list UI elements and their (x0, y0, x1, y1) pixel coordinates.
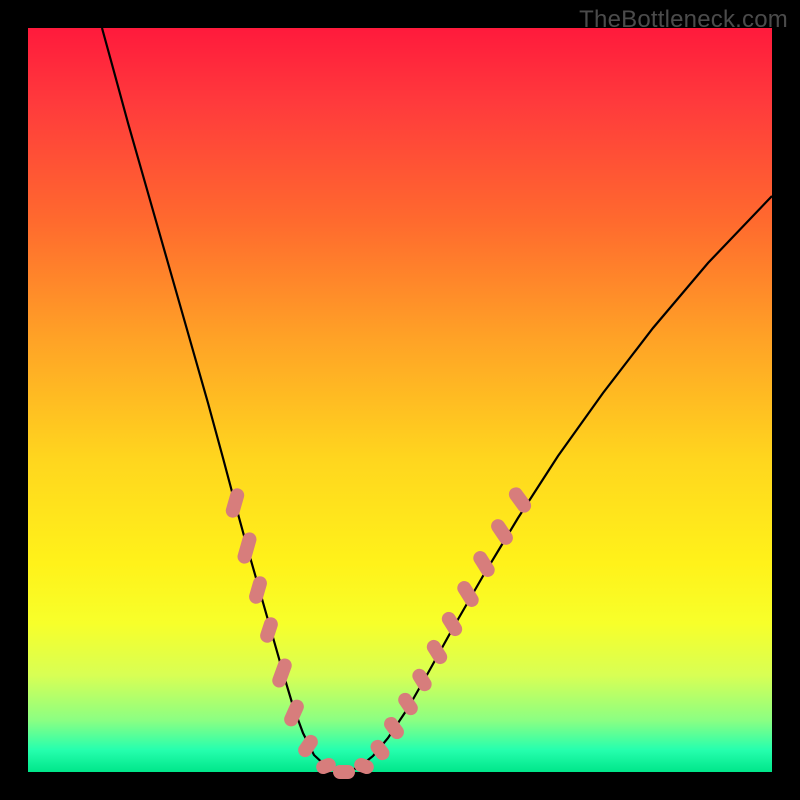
curve-marker (224, 487, 246, 520)
curve-marker (282, 697, 306, 728)
curve-marker (352, 756, 376, 776)
curve-marker (270, 657, 293, 690)
chart-plot-area (28, 28, 772, 772)
curve-marker (381, 714, 406, 742)
curve-marker (368, 737, 393, 763)
curve-marker (247, 575, 268, 606)
watermark-text: TheBottleneck.com (579, 6, 788, 34)
curve-marker (333, 765, 355, 779)
curve-marker (258, 615, 279, 644)
curve-marker (488, 516, 515, 547)
marker-layer (224, 485, 534, 779)
curve-marker (236, 531, 258, 566)
curve-marker (455, 578, 482, 609)
curve-marker (471, 548, 498, 579)
bottleneck-chart (28, 28, 772, 772)
curve-marker (295, 732, 320, 760)
